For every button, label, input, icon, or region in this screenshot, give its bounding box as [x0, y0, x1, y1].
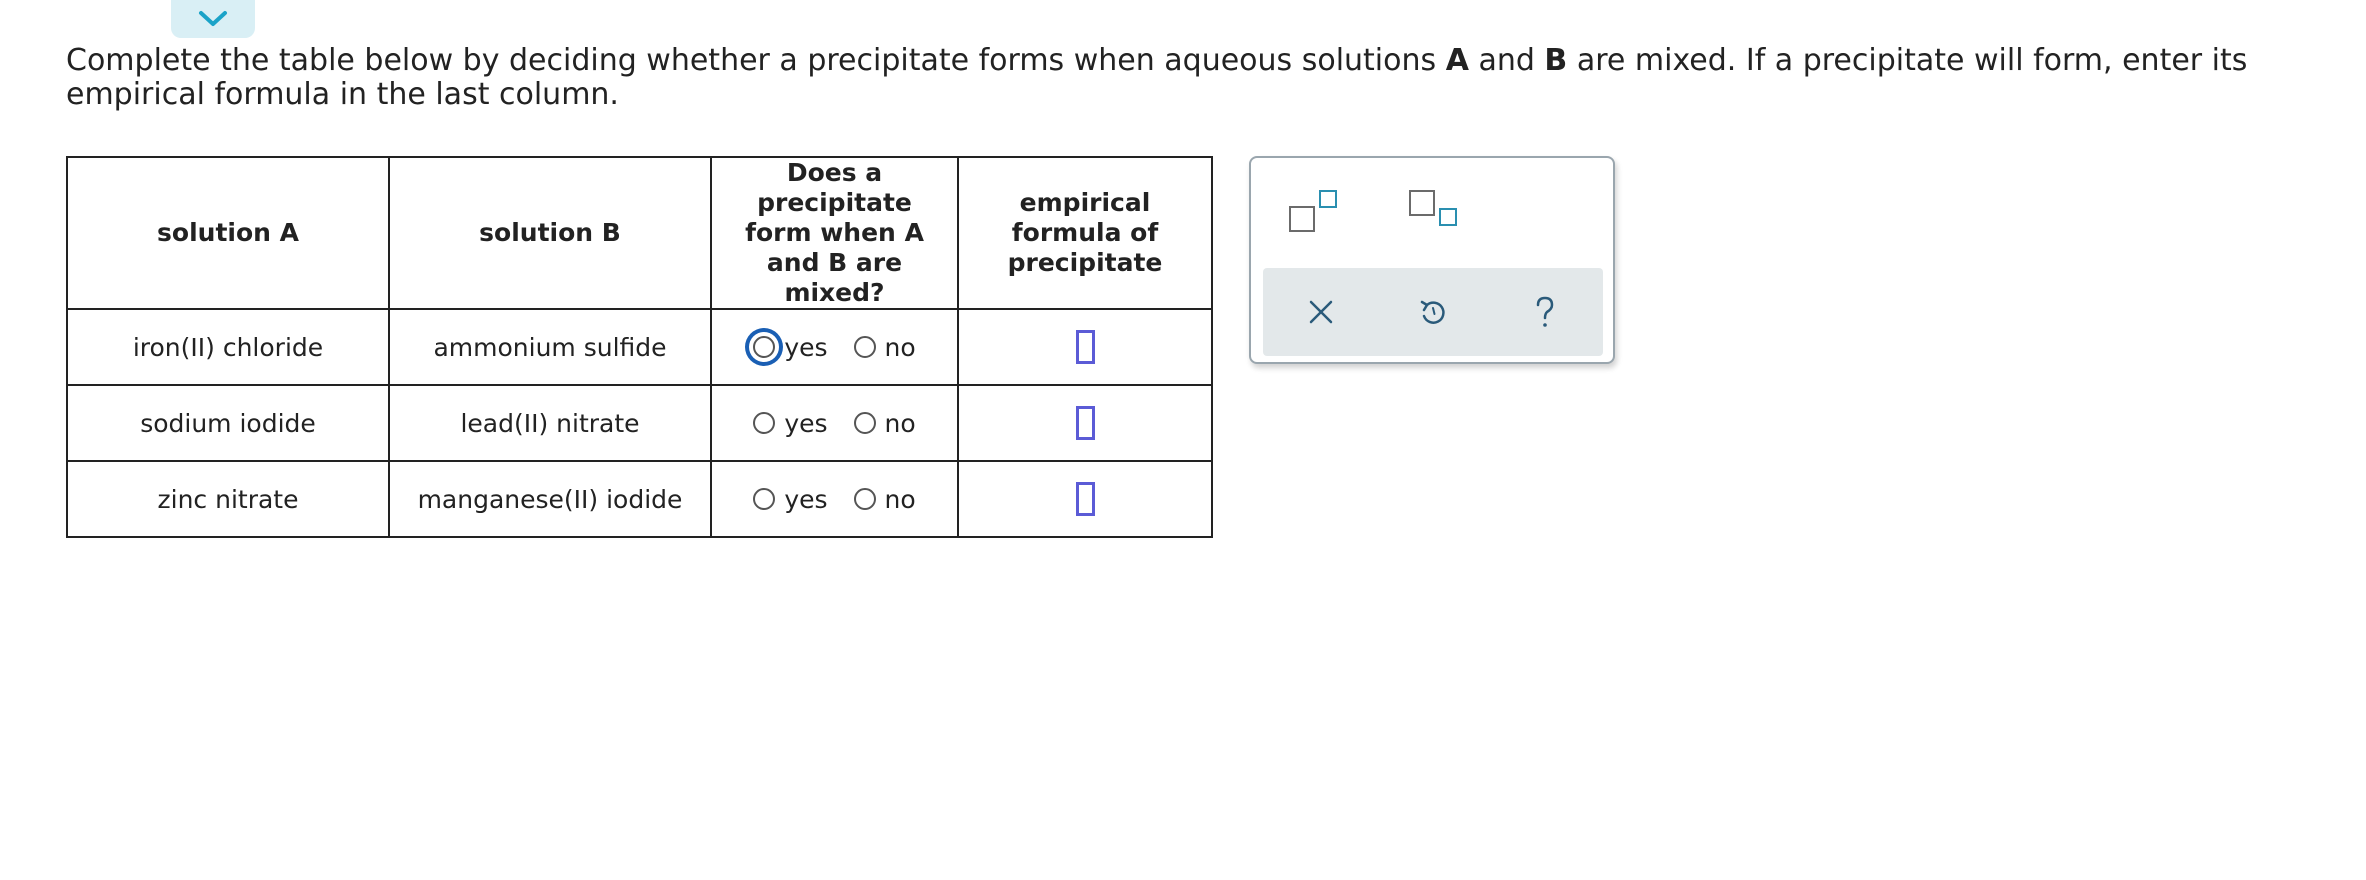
row-1-formula-input[interactable]: [1075, 330, 1095, 364]
row-1-solution-a: iron(II) chloride: [66, 308, 390, 386]
row-3-yes-label: yes: [784, 484, 828, 514]
row-2-yes-option[interactable]: yes: [753, 408, 828, 438]
row-3-yes-radio[interactable]: [753, 488, 776, 510]
row-1-no-label: no: [884, 332, 916, 362]
row-3-yes-option[interactable]: yes: [753, 484, 828, 514]
row-3-precipitate-choice: yes no: [710, 460, 959, 538]
help-icon: [1536, 296, 1554, 327]
header-solution-a: solution A: [66, 156, 390, 310]
row-2-no-option[interactable]: no: [853, 408, 916, 438]
subscript-template-icon[interactable]: [1409, 190, 1461, 236]
question-instructions: Complete the table below by deciding whe…: [66, 43, 2248, 112]
row-3-no-radio[interactable]: [853, 488, 876, 510]
table-row: iron(II) chloride ammonium sulfide yes n…: [66, 308, 1213, 386]
undo-icon: [1420, 300, 1445, 324]
row-2-yes-label: yes: [784, 408, 828, 438]
row-1-solution-b: ammonium sulfide: [388, 308, 712, 386]
row-1-precipitate-choice: yes no: [710, 308, 959, 386]
header-solution-b: solution B: [388, 156, 712, 310]
row-3-solution-b: manganese(II) iodide: [388, 460, 712, 538]
header-empirical-formula: empirical formula of precipitate: [957, 156, 1213, 310]
palette-action-bar: [1263, 268, 1603, 356]
row-2-precipitate-choice: yes no: [710, 384, 959, 462]
undo-button[interactable]: [1411, 290, 1455, 334]
clear-button[interactable]: [1299, 290, 1343, 334]
row-3-no-option[interactable]: no: [853, 484, 916, 514]
row-2-solution-a: sodium iodide: [66, 384, 390, 462]
row-3-formula-cell: [957, 460, 1213, 538]
precipitate-table: solution A solution B Does a precipitate…: [66, 156, 1213, 538]
row-3-formula-input[interactable]: [1075, 482, 1095, 516]
row-2-no-label: no: [884, 408, 916, 438]
row-2-formula-cell: [957, 384, 1213, 462]
superscript-template-icon[interactable]: [1289, 190, 1341, 236]
row-1-yes-radio[interactable]: [753, 336, 776, 358]
chevron-down-icon: [199, 11, 227, 26]
header-precipitate-question-text: Does a precipitate form when A and B are…: [745, 158, 924, 307]
row-1-no-radio[interactable]: [853, 336, 876, 358]
header-precipitate-question: Does a precipitate form when A and B are…: [710, 156, 959, 310]
table-row: sodium iodide lead(II) nitrate yes no: [66, 384, 1213, 462]
help-button[interactable]: [1523, 290, 1567, 334]
solution-b-label: B: [1544, 43, 1568, 78]
collapse-tab-button[interactable]: [171, 0, 255, 38]
table-row: zinc nitrate manganese(II) iodide yes no: [66, 460, 1213, 538]
row-2-yes-radio[interactable]: [753, 412, 776, 434]
row-1-yes-label: yes: [784, 332, 828, 362]
row-2-no-radio[interactable]: [853, 412, 876, 434]
clear-icon: [1309, 300, 1333, 324]
row-1-no-option[interactable]: no: [853, 332, 916, 362]
row-3-solution-a: zinc nitrate: [66, 460, 390, 538]
solution-a-label: A: [1445, 43, 1469, 78]
row-1-yes-option[interactable]: yes: [753, 332, 828, 362]
row-2-solution-b: lead(II) nitrate: [388, 384, 712, 462]
row-1-formula-cell: [957, 308, 1213, 386]
row-3-no-label: no: [884, 484, 916, 514]
row-2-formula-input[interactable]: [1075, 406, 1095, 440]
table-header-row: solution A solution B Does a precipitate…: [66, 156, 1213, 310]
math-input-palette: [1249, 156, 1615, 364]
header-empirical-formula-text: empirical formula of precipitate: [1007, 188, 1163, 277]
